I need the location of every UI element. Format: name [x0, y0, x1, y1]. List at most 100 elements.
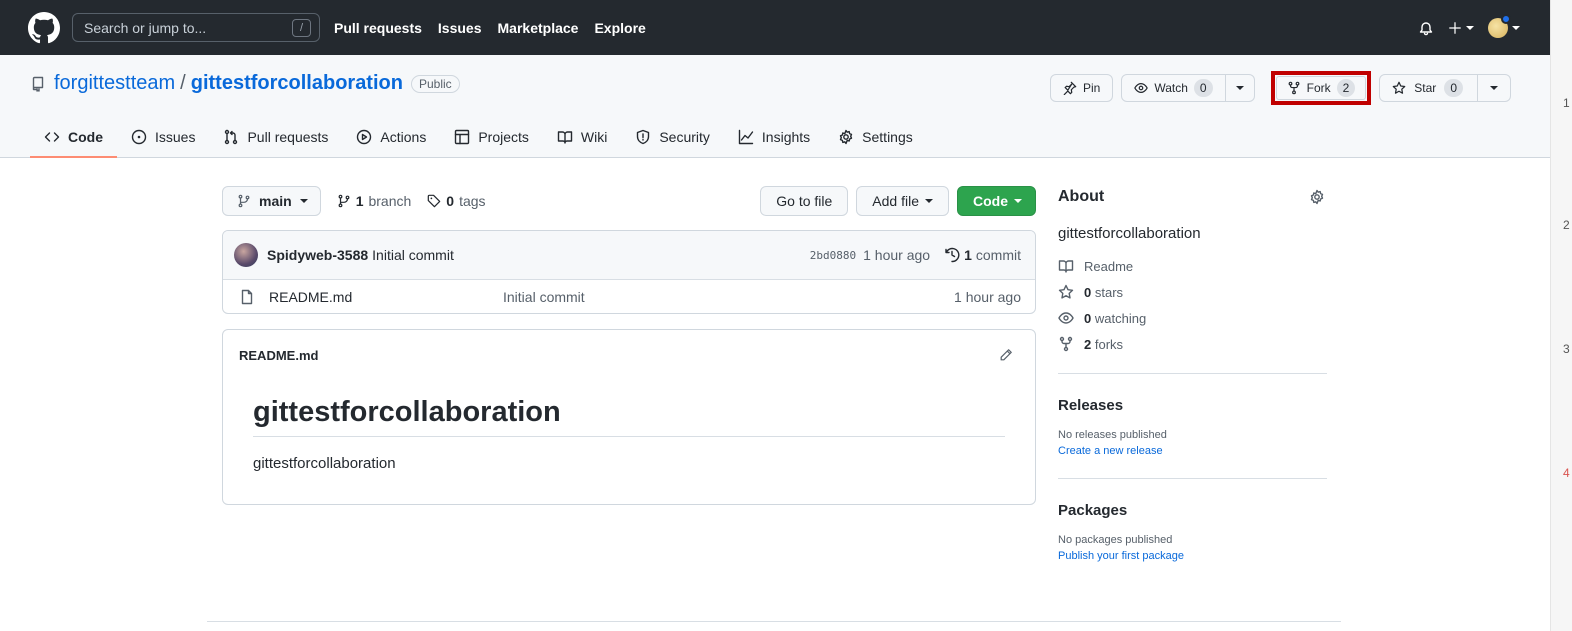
- table-row: README.md Initial commit 1 hour ago: [223, 280, 1035, 313]
- divider: [1058, 478, 1327, 479]
- repo-actions: Pin Watch 0 Fork 2 Star 0: [1050, 71, 1511, 105]
- file-name-link[interactable]: README.md: [269, 289, 503, 305]
- commit-sha-link[interactable]: 2bd0880: [810, 249, 856, 262]
- about-title: About: [1058, 188, 1105, 205]
- releases-empty-text: No releases published: [1058, 429, 1167, 441]
- commits-history-link[interactable]: 1 commit: [944, 247, 1021, 263]
- star-count: 0: [1444, 79, 1463, 97]
- packages-title[interactable]: Packages: [1058, 502, 1127, 519]
- watching-count: 0: [1084, 310, 1092, 326]
- tab-label: Wiki: [580, 129, 608, 145]
- readme-link[interactable]: Readme: [1058, 258, 1327, 274]
- readme-text: gittestforcollaboration: [253, 455, 396, 472]
- tab-insights[interactable]: Insights: [724, 117, 824, 157]
- tab-pull-requests[interactable]: Pull requests: [209, 117, 342, 157]
- forks-count: 2: [1084, 336, 1092, 352]
- forks-label: forks: [1094, 336, 1124, 352]
- tab-wiki[interactable]: Wiki: [543, 117, 621, 157]
- avatar[interactable]: [234, 243, 258, 267]
- gear-icon[interactable]: [1309, 189, 1325, 205]
- tab-security[interactable]: Security: [621, 117, 724, 157]
- repo-nav: Code Issues Pull requests Actions Projec…: [30, 117, 927, 158]
- star-icon: [1058, 284, 1074, 299]
- header-right-tools: [1418, 0, 1520, 55]
- readme-content: gittestforcollaboration gittestforcollab…: [223, 380, 1035, 472]
- go-to-file-button[interactable]: Go to file: [760, 186, 849, 216]
- watch-count: 0: [1193, 79, 1213, 97]
- nav-issues[interactable]: Issues: [438, 20, 482, 36]
- tab-label: Settings: [862, 129, 913, 145]
- notifications-bell-icon[interactable]: [1418, 20, 1434, 36]
- global-search-input[interactable]: Search or jump to... /: [72, 13, 320, 42]
- chevron-down-icon: [1014, 199, 1022, 203]
- add-file-label: Add file: [872, 193, 919, 209]
- edit-pencil-icon[interactable]: [999, 348, 1013, 362]
- about-description: gittestforcollaboration: [1058, 225, 1201, 242]
- global-header: Search or jump to... / Pull requests Iss…: [0, 0, 1550, 55]
- pin-label: Pin: [1083, 81, 1101, 95]
- file-commit-message-link[interactable]: Initial commit: [503, 289, 585, 305]
- play-icon: [357, 129, 372, 145]
- create-release-link[interactable]: Create a new release: [1058, 445, 1327, 457]
- commit-message-link[interactable]: Initial commit: [372, 247, 454, 263]
- commit-age: 1 hour ago: [863, 247, 931, 263]
- branch-count-label: branch: [368, 193, 412, 209]
- chevron-down-icon: [299, 199, 308, 203]
- tab-label: Security: [659, 129, 710, 145]
- repo-path-separator: /: [180, 72, 186, 94]
- chevron-down-icon: [1512, 25, 1520, 30]
- releases-title[interactable]: Releases: [1058, 397, 1123, 414]
- tag-count: 0: [446, 193, 455, 209]
- fork-count: 2: [1336, 79, 1356, 97]
- watch-button[interactable]: Watch 0: [1121, 74, 1226, 102]
- fork-button[interactable]: Fork 2: [1275, 76, 1367, 100]
- branches-link[interactable]: 1 branch: [337, 193, 412, 209]
- star-button[interactable]: Star 0: [1379, 74, 1478, 102]
- book-icon: [1058, 260, 1074, 273]
- pin-button[interactable]: Pin: [1050, 74, 1114, 102]
- branch-icon: [338, 194, 350, 208]
- stars-link[interactable]: 0 stars: [1058, 284, 1327, 300]
- tab-label: Actions: [380, 129, 427, 145]
- commit-author-link[interactable]: Spidyweb-3588: [267, 247, 368, 263]
- tag-icon: [427, 194, 441, 208]
- tags-link[interactable]: 0 tags: [427, 193, 486, 209]
- watchers-link[interactable]: 0 watching: [1058, 310, 1327, 326]
- add-file-button[interactable]: Add file: [856, 186, 949, 216]
- tab-actions[interactable]: Actions: [342, 117, 440, 157]
- code-icon: [44, 131, 60, 142]
- publish-package-link[interactable]: Publish your first package: [1058, 550, 1327, 562]
- tab-code[interactable]: Code: [30, 117, 117, 158]
- tab-projects[interactable]: Projects: [440, 117, 543, 157]
- commit-meta: 2bd0880 1 hour ago 1 commit: [810, 247, 1021, 263]
- create-new-dropdown[interactable]: [1448, 21, 1474, 35]
- eye-icon: [1134, 83, 1149, 93]
- nav-pull-requests[interactable]: Pull requests: [334, 20, 422, 36]
- star-button-group: Star 0: [1379, 74, 1511, 102]
- branch-name: main: [259, 193, 292, 209]
- star-dropdown-button[interactable]: [1478, 74, 1511, 102]
- readme-filename-link[interactable]: README.md: [239, 348, 318, 363]
- repo-owner-link[interactable]: forgittestteam: [54, 72, 175, 95]
- branch-select-button[interactable]: main: [222, 186, 321, 216]
- github-logo-icon[interactable]: [28, 11, 60, 44]
- nav-explore[interactable]: Explore: [594, 20, 645, 36]
- issue-icon: [131, 129, 147, 145]
- tab-settings[interactable]: Settings: [824, 117, 927, 157]
- watching-label: watching: [1094, 310, 1147, 326]
- editor-gutter: 1 2 3 4: [1550, 0, 1572, 631]
- readme-link-label: Readme: [1084, 258, 1134, 274]
- repo-name-link[interactable]: gittestforcollaboration: [191, 72, 403, 95]
- code-button[interactable]: Code: [957, 186, 1036, 216]
- forks-link[interactable]: 2 forks: [1058, 336, 1327, 352]
- fork-highlight-box: Fork 2: [1270, 71, 1372, 105]
- user-menu[interactable]: [1488, 13, 1520, 38]
- tab-label: Code: [68, 128, 103, 145]
- gutter-number: 4: [1563, 466, 1570, 480]
- watch-dropdown-button[interactable]: [1225, 74, 1255, 102]
- file-icon: [241, 289, 253, 304]
- gutter-number: 2: [1563, 218, 1570, 232]
- nav-marketplace[interactable]: Marketplace: [498, 20, 579, 36]
- tab-issues[interactable]: Issues: [117, 117, 209, 157]
- global-nav: Pull requests Issues Marketplace Explore: [334, 20, 646, 36]
